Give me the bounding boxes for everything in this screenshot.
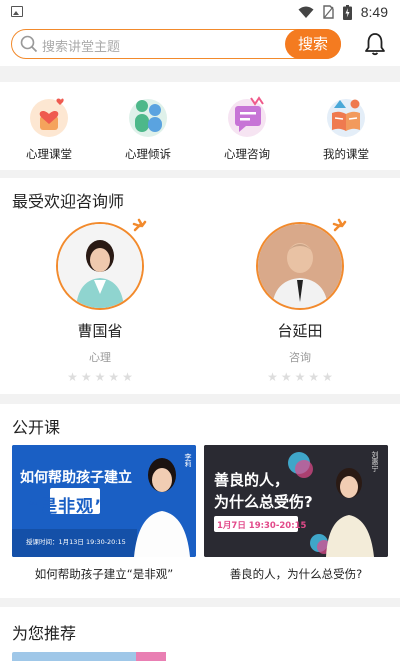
thumb-teacher: 刘惠宁 [371,451,379,472]
star-icon: ★ [67,370,78,384]
clock: 8:49 [360,4,388,20]
category-my-classroom[interactable]: 我的课堂 [306,94,386,162]
chat-bubble-icon [225,94,269,138]
people-talk-icon [126,94,170,138]
counselor-name: 曹国省 [77,322,123,340]
popular-counselors-section: 最受欢迎咨询师 曹国省 心理 ★ ★ ★ ★ ★ 台延田 咨询 ★ ★ ★ ★ … [0,178,400,394]
wifi-icon [298,6,314,18]
rating-stars: ★ ★ ★ ★ ★ [45,371,155,383]
star-icon: ★ [322,370,333,384]
battery-charging-icon [342,4,352,20]
heart-classroom-icon [27,94,71,138]
thumb-title-line1: 如何帮助孩子建立 [20,470,132,486]
category-label: 心理课堂 [26,147,72,161]
category-label: 心理咨询 [224,147,270,161]
bell-icon[interactable] [364,32,386,56]
recommend-card-preview-accent [136,652,166,661]
category-psych-classroom[interactable]: 心理课堂 [9,94,89,162]
counselor-card[interactable]: 曹国省 心理 ★ ★ ★ ★ ★ [45,218,155,383]
star-icon: ★ [280,370,292,384]
no-sim-icon [323,5,334,19]
search-bar: 搜索讲堂主题 搜索 [0,24,400,66]
section-title: 为您推荐 [12,624,77,643]
counselor-name: 台延田 [277,322,323,340]
category-label: 心理倾诉 [125,147,171,161]
image-notification-icon [11,6,23,17]
decoration-sparkle-icon [332,218,347,232]
thumb-time: 1月7日 19:30-20:15 [217,521,307,531]
search-button[interactable]: 搜索 [285,28,341,59]
search-icon [20,35,38,53]
counselor-avatar [56,222,144,310]
course-card[interactable]: 善良的人， 为什么总受伤? 1月7日 19:30-20:15 刘惠宁 善良的人，… [204,445,388,582]
thumb-title-line2: “是非观” [28,497,107,517]
counselor-card[interactable]: 台延田 咨询 ★ ★ ★ ★ ★ [245,218,355,383]
counselor-tag: 咨询 [289,351,311,364]
open-book-icon [324,94,368,138]
thumb-title-line2: 为什么总受伤? [214,493,313,511]
category-grid: 心理课堂 心理倾诉 心理咨询 我的课堂 [0,82,400,170]
star-icon: ★ [267,370,278,384]
star-icon: ★ [108,370,120,384]
section-title: 最受欢迎咨询师 [12,192,125,211]
thumb-title-line1: 善良的人， [214,471,290,489]
course-thumbnail: 善良的人， 为什么总受伤? 1月7日 19:30-20:15 刘惠宁 [204,445,388,557]
course-thumbnail: 如何帮助孩子建立 “是非观” 授课时间：1月13日 19:30-20:15 李莉 [12,445,196,557]
star-icon: ★ [122,370,133,384]
star-icon: ★ [80,370,92,384]
star-icon: ★ [294,370,306,384]
recommend-section: 为您推荐 [0,607,400,661]
star-icon: ★ [94,370,106,384]
category-psych-talk[interactable]: 心理倾诉 [108,94,188,162]
search-placeholder: 搜索讲堂主题 [42,40,121,55]
course-caption: 如何帮助孩子建立“是非观” [34,567,174,581]
course-card[interactable]: 如何帮助孩子建立 “是非观” 授课时间：1月13日 19:30-20:15 李莉… [12,445,196,582]
course-caption: 善良的人，为什么总受伤? [229,567,363,581]
category-label: 我的课堂 [323,147,369,161]
search-input[interactable]: 搜索讲堂主题 搜索 [11,28,341,59]
rating-stars: ★ ★ ★ ★ ★ [245,371,355,383]
thumb-time: 授课时间：1月13日 19:30-20:15 [26,538,126,546]
star-icon: ★ [308,370,320,384]
open-course-section: 公开课 如何帮助孩子建立 “是非观” 授课时间：1月13日 19:30-20:1… [0,404,400,598]
thumb-teacher: 李莉 [184,453,192,467]
status-bar: 8:49 [0,0,400,24]
decoration-sparkle-icon [132,218,147,232]
counselor-avatar [256,222,344,310]
counselor-tag: 心理 [89,351,111,364]
category-psych-consult[interactable]: 心理咨询 [207,94,287,162]
section-title: 公开课 [12,418,61,437]
